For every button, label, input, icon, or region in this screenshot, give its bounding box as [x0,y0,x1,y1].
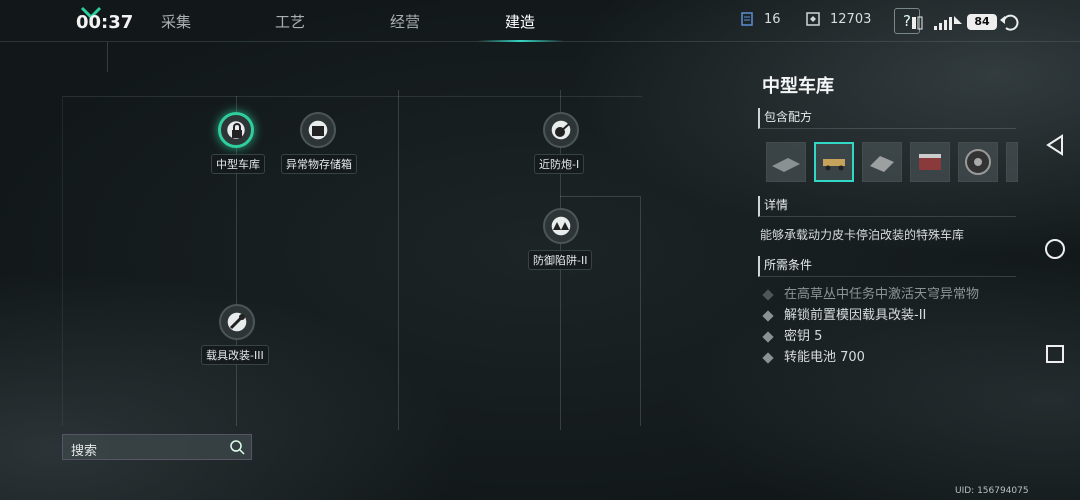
node-label: 防御陷阱-II [528,250,593,270]
tree-line [107,42,108,72]
active-tab-indicator [478,40,564,42]
details-text: 能够承载动力皮卡停泊改装的特殊车库 [760,228,965,242]
search-placeholder: 搜索 [71,444,98,459]
recipe-slot[interactable] [766,142,806,182]
user-id: UID: 156794075 [955,486,1029,496]
requirement-item: 转能电池 700 [762,346,865,365]
node-label: 载具改装-III [201,345,269,365]
requirement-item: 在高草丛中任务中激活天穹异常物 [762,283,979,302]
node-label: 近防炮-I [534,154,585,174]
wrench-icon [229,314,245,330]
wheel-icon [965,149,991,175]
panel-title: 中型车库 [762,76,834,97]
node-anomaly-storage[interactable] [300,112,336,148]
container-icon [919,154,941,170]
nav-home-icon[interactable] [1040,234,1070,264]
recipe-slot[interactable] [910,142,950,182]
tab-operate[interactable]: 经营 [375,11,435,32]
tab-craft[interactable]: 工艺 [260,11,320,32]
diamond-icon [762,330,774,343]
key-count: 16 [764,12,781,27]
key-icon [741,12,753,26]
details-header: 详情 [758,196,1016,217]
search-input[interactable]: 搜索 [62,434,252,460]
tab-build[interactable]: 建造 [490,11,550,32]
diamond-icon [762,309,774,322]
tree-line [398,90,399,430]
requirement-item: 密钥 5 [762,325,822,344]
recipe-slot[interactable] [1006,142,1018,182]
tree-line [640,196,641,426]
node-trap-2[interactable] [543,208,579,244]
platform-icon [772,158,800,172]
node-medium-garage[interactable] [218,112,254,148]
recipes-header: 包含配方 [758,108,1016,129]
trap-icon [553,222,569,230]
nav-back-icon[interactable] [1040,130,1070,160]
lock-icon [232,123,242,138]
node-vehicle-mod-3[interactable] [219,304,255,340]
cannon-icon [555,123,570,137]
tree-line [560,196,640,197]
node-label: 异常物存储箱 [281,154,357,174]
recipe-slot[interactable] [862,142,902,182]
nav-recents-icon[interactable] [1040,339,1070,369]
crate-icon [312,126,324,136]
node-label: 中型车库 [211,154,265,174]
diamond-icon [762,288,774,301]
search-icon[interactable] [229,439,245,455]
currency-count: 12703 [830,12,872,27]
signal-icon [912,16,962,30]
back-icon[interactable] [998,10,1022,34]
battery-indicator: 84 [967,14,997,30]
clock: 00:37 [76,12,134,33]
tab-gather[interactable]: 采集 [146,11,206,32]
recipe-slot-selected[interactable] [814,142,854,182]
top-bar: 00:37 采集 工艺 经营 建造 16 12703 ? 84 [0,0,1080,42]
node-cannon-1[interactable] [543,112,579,148]
requirement-item: 解锁前置模因载具改装-II [762,304,926,323]
pickup-truck-icon [823,159,845,171]
vehicle-part-icon [870,156,894,172]
diamond-icon [762,351,774,364]
currency-icon [806,12,820,26]
requirements-header: 所需条件 [758,256,1016,277]
recipe-slot[interactable] [958,142,998,182]
